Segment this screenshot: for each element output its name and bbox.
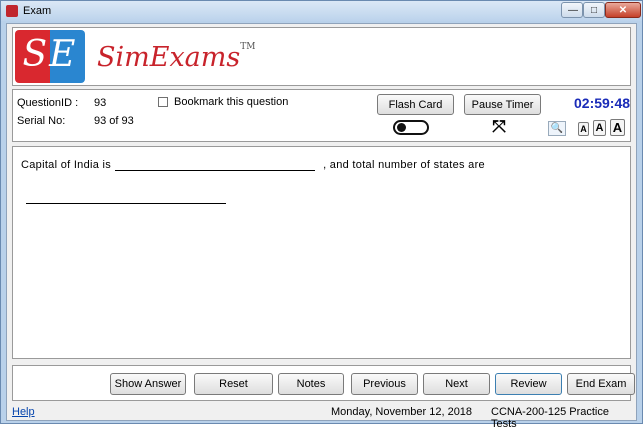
exam-name: CCNA-200-125 Practice Tests xyxy=(491,406,609,430)
exam-timer: 02:59:48 xyxy=(574,95,631,111)
logo-letters: SE xyxy=(22,34,78,75)
flash-card-button[interactable]: Flash Card xyxy=(377,94,454,115)
window-title: Exam xyxy=(23,5,52,17)
review-button[interactable]: Review xyxy=(495,373,562,395)
pause-timer-button[interactable]: Pause Timer xyxy=(464,94,541,115)
question-panel: Capital of India is , and total number of… xyxy=(12,146,631,359)
serial-value: 93 of 93 xyxy=(94,115,134,127)
question-id-label: QuestionID : xyxy=(17,97,79,109)
toggle-knob xyxy=(397,123,406,132)
brand-text: SimExams xyxy=(97,42,241,73)
reset-button[interactable]: Reset xyxy=(194,373,273,395)
answer-blank-1[interactable] xyxy=(115,158,316,171)
answer-blank-2[interactable] xyxy=(26,203,226,204)
show-answer-button[interactable]: Show Answer xyxy=(110,373,186,395)
question-text-part1: Capital of India is xyxy=(21,159,112,171)
notes-button[interactable]: Notes xyxy=(278,373,344,395)
minimize-button[interactable]: — xyxy=(561,2,583,18)
font-medium-button[interactable]: A xyxy=(593,120,606,136)
bookmark-label[interactable]: Bookmark this question xyxy=(174,96,288,108)
maximize-button[interactable]: □ xyxy=(583,2,605,18)
serial-label: Serial No: xyxy=(17,115,66,127)
end-exam-button[interactable]: End Exam xyxy=(567,373,635,395)
title-bar[interactable]: Exam — □ ✕ xyxy=(1,1,642,21)
question-text-part2: , and total number of states are xyxy=(323,159,485,171)
logo-panel: SE SimExamsTM xyxy=(12,27,631,86)
previous-button[interactable]: Previous xyxy=(351,373,418,395)
question-info-panel: QuestionID : 93 Serial No: 93 of 93 Book… xyxy=(12,89,631,142)
brand-name: SimExamsTM xyxy=(97,42,255,73)
client-area: SE SimExamsTM QuestionID : 93 Serial No:… xyxy=(6,23,637,430)
expand-icon[interactable]: ⤧ xyxy=(490,118,508,136)
question-text: Capital of India is , and total number of… xyxy=(21,158,485,171)
trademark: TM xyxy=(240,42,256,52)
toggle-switch-icon[interactable] xyxy=(393,120,429,135)
current-date: Monday, November 12, 2018 xyxy=(331,406,473,418)
close-button[interactable]: ✕ xyxy=(605,2,641,18)
navigation-panel: Show Answer Reset Notes Previous Next Re… xyxy=(12,365,635,401)
bookmark-checkbox[interactable] xyxy=(158,97,168,107)
next-button[interactable]: Next xyxy=(423,373,490,395)
magnifier-icon[interactable]: 🔍 xyxy=(548,121,566,136)
app-icon xyxy=(6,5,18,17)
status-bar: Help Monday, November 12, 2018 CCNA-200-… xyxy=(12,403,631,430)
simexams-logo: SE xyxy=(15,30,85,83)
question-id-value: 93 xyxy=(94,97,107,109)
exam-window: Exam — □ ✕ SE SimExamsTM QuestionID : 93… xyxy=(0,0,643,430)
help-link[interactable]: Help xyxy=(12,406,35,418)
font-small-button[interactable]: A xyxy=(578,122,589,136)
font-large-button[interactable]: A xyxy=(610,119,625,136)
